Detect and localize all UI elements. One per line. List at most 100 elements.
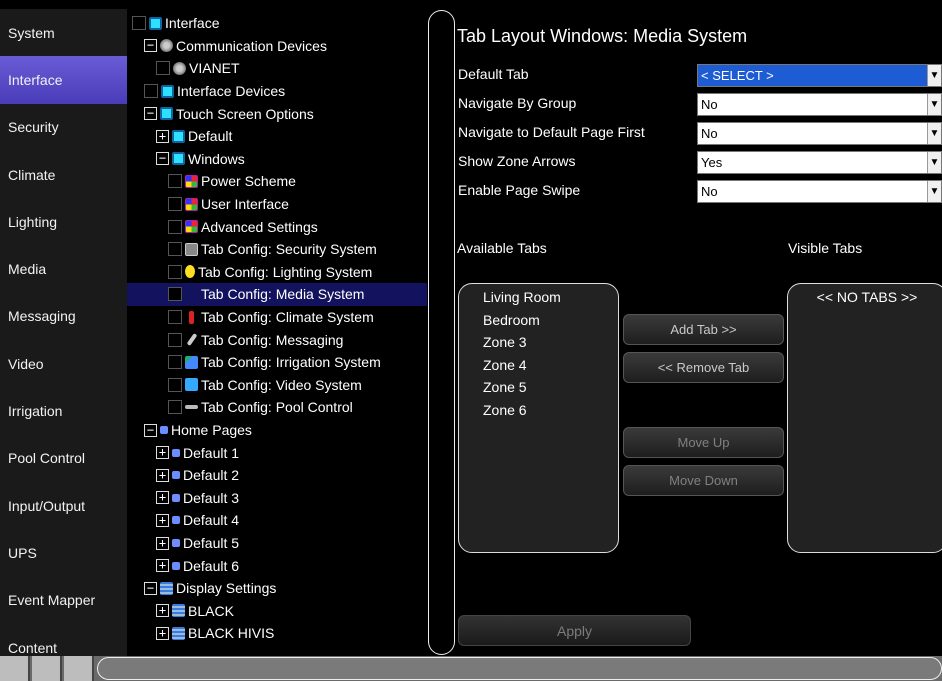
- enable-page-swipe-dropdown[interactable]: No ▼: [697, 180, 942, 203]
- chevron-down-icon[interactable]: ▼: [927, 123, 941, 144]
- tree-checkbox[interactable]: [168, 400, 182, 415]
- default-tab-dropdown[interactable]: < SELECT > ▼: [697, 64, 942, 87]
- nav-item-lighting[interactable]: Lighting: [0, 198, 127, 245]
- nav-item-security[interactable]: Security: [0, 104, 127, 151]
- tree-row[interactable]: VIANET: [127, 57, 427, 80]
- tree-checkbox[interactable]: [144, 84, 158, 99]
- nav-item-climate[interactable]: Climate: [0, 151, 127, 198]
- navigate-by-group-dropdown[interactable]: No ▼: [697, 93, 942, 116]
- list-item[interactable]: Zone 6: [483, 402, 527, 418]
- tree-row[interactable]: + BLACK HIVIS: [127, 622, 427, 645]
- tree-row[interactable]: − Windows: [127, 148, 427, 171]
- tree-row[interactable]: Tab Config: Media System: [127, 283, 427, 306]
- tree-checkbox[interactable]: [168, 355, 182, 370]
- tree-row[interactable]: Tab Config: Climate System: [127, 306, 427, 329]
- bottom-block[interactable]: [0, 656, 30, 681]
- expand-icon[interactable]: +: [156, 536, 169, 550]
- nav-item-pool-control[interactable]: Pool Control: [0, 435, 127, 482]
- expand-icon[interactable]: +: [156, 626, 169, 640]
- list-item[interactable]: Zone 3: [483, 334, 527, 350]
- list-item[interactable]: Living Room: [483, 289, 561, 305]
- navigate-default-page-dropdown[interactable]: No ▼: [697, 122, 942, 145]
- collapse-icon[interactable]: −: [156, 152, 169, 166]
- tree-checkbox[interactable]: [168, 310, 182, 325]
- tree-row[interactable]: + Default 5: [127, 532, 427, 555]
- nav-item-video[interactable]: Video: [0, 340, 127, 387]
- nav-item-event-mapper[interactable]: Event Mapper: [0, 577, 127, 624]
- list-item[interactable]: Zone 5: [483, 379, 527, 395]
- tree-checkbox[interactable]: [156, 61, 170, 76]
- expand-icon[interactable]: +: [156, 513, 169, 527]
- tree-row[interactable]: Tab Config: Messaging: [127, 328, 427, 351]
- nav-item-interface[interactable]: Interface: [0, 56, 127, 104]
- collapse-icon[interactable]: −: [144, 423, 157, 437]
- tree-row[interactable]: − Touch Screen Options: [127, 102, 427, 125]
- tree-row[interactable]: + Default 1: [127, 441, 427, 464]
- apply-button[interactable]: Apply: [458, 615, 691, 646]
- expand-icon[interactable]: +: [156, 604, 169, 618]
- bottom-block[interactable]: [64, 656, 94, 681]
- list-item[interactable]: Zone 4: [483, 357, 527, 373]
- tree-row[interactable]: − Communication Devices: [127, 35, 427, 58]
- tree-row[interactable]: Power Scheme: [127, 170, 427, 193]
- tree-row[interactable]: User Interface: [127, 193, 427, 216]
- expand-icon[interactable]: +: [156, 129, 169, 143]
- tree-row[interactable]: Tab Config: Video System: [127, 374, 427, 397]
- visible-tabs-list[interactable]: << NO TABS >>: [787, 283, 942, 553]
- tree-scrollbar[interactable]: [427, 9, 456, 656]
- nav-item-messaging[interactable]: Messaging: [0, 293, 127, 340]
- nav-item-media[interactable]: Media: [0, 245, 127, 292]
- tree-checkbox[interactable]: [168, 264, 182, 279]
- tree-row[interactable]: Interface: [127, 12, 427, 35]
- add-tab-button[interactable]: Add Tab >>: [623, 314, 784, 345]
- collapse-icon[interactable]: −: [144, 107, 157, 121]
- tree-checkbox[interactable]: [168, 332, 182, 347]
- nav-item-input-output[interactable]: Input/Output: [0, 482, 127, 529]
- nav-item-irrigation[interactable]: Irrigation: [0, 387, 127, 434]
- tree-row[interactable]: Interface Devices: [127, 80, 427, 103]
- tree-checkbox[interactable]: [168, 287, 182, 302]
- tree-checkbox[interactable]: [132, 16, 146, 31]
- move-up-button[interactable]: Move Up: [623, 427, 784, 458]
- list-item[interactable]: << NO TABS >>: [788, 289, 942, 305]
- available-tabs-list[interactable]: Living Room Bedroom Zone 3 Zone 4 Zone 5 Zone…: [458, 283, 619, 553]
- tree-checkbox[interactable]: [168, 377, 182, 392]
- tree-row[interactable]: Tab Config: Pool Control: [127, 396, 427, 419]
- expand-icon[interactable]: +: [156, 559, 169, 573]
- chevron-down-icon[interactable]: ▼: [927, 94, 941, 115]
- tree-row[interactable]: + Default 6: [127, 554, 427, 577]
- expand-icon[interactable]: +: [156, 491, 169, 505]
- bottom-block[interactable]: [32, 656, 62, 681]
- list-item[interactable]: Bedroom: [483, 312, 540, 328]
- tree-row[interactable]: + Default 3: [127, 487, 427, 510]
- expand-icon[interactable]: +: [156, 446, 169, 460]
- tree-row[interactable]: + Default 4: [127, 509, 427, 532]
- horizontal-scrollbar[interactable]: [97, 657, 942, 680]
- tree-row[interactable]: + Default 2: [127, 464, 427, 487]
- tree-row[interactable]: − Display Settings: [127, 577, 427, 600]
- tree-row[interactable]: Tab Config: Lighting System: [127, 261, 427, 284]
- tree-checkbox[interactable]: [168, 219, 182, 234]
- nav-item-content[interactable]: Content: [0, 624, 127, 656]
- nav-item-ups[interactable]: UPS: [0, 529, 127, 576]
- tree-row[interactable]: Tab Config: Irrigation System: [127, 351, 427, 374]
- nav-item-system[interactable]: System: [0, 9, 127, 56]
- tree-row[interactable]: Tab Config: Security System: [127, 238, 427, 261]
- collapse-icon[interactable]: −: [144, 39, 157, 53]
- collapse-icon[interactable]: −: [144, 581, 157, 595]
- tree-checkbox[interactable]: [168, 174, 182, 189]
- tree-row[interactable]: + Default: [127, 125, 427, 148]
- tree-row[interactable]: + BLACK: [127, 600, 427, 623]
- chevron-down-icon[interactable]: ▼: [927, 152, 941, 173]
- tree-checkbox[interactable]: [168, 197, 182, 212]
- tree-checkbox[interactable]: [168, 242, 182, 257]
- tree-scrollbar-thumb[interactable]: [428, 10, 455, 655]
- chevron-down-icon[interactable]: ▼: [927, 65, 941, 86]
- tree-row[interactable]: Advanced Settings: [127, 215, 427, 238]
- remove-tab-button[interactable]: << Remove Tab: [623, 352, 784, 383]
- show-zone-arrows-dropdown[interactable]: Yes ▼: [697, 151, 942, 174]
- chevron-down-icon[interactable]: ▼: [927, 181, 941, 202]
- expand-icon[interactable]: +: [156, 468, 169, 482]
- tree-row[interactable]: − Home Pages: [127, 419, 427, 442]
- move-down-button[interactable]: Move Down: [623, 465, 784, 496]
